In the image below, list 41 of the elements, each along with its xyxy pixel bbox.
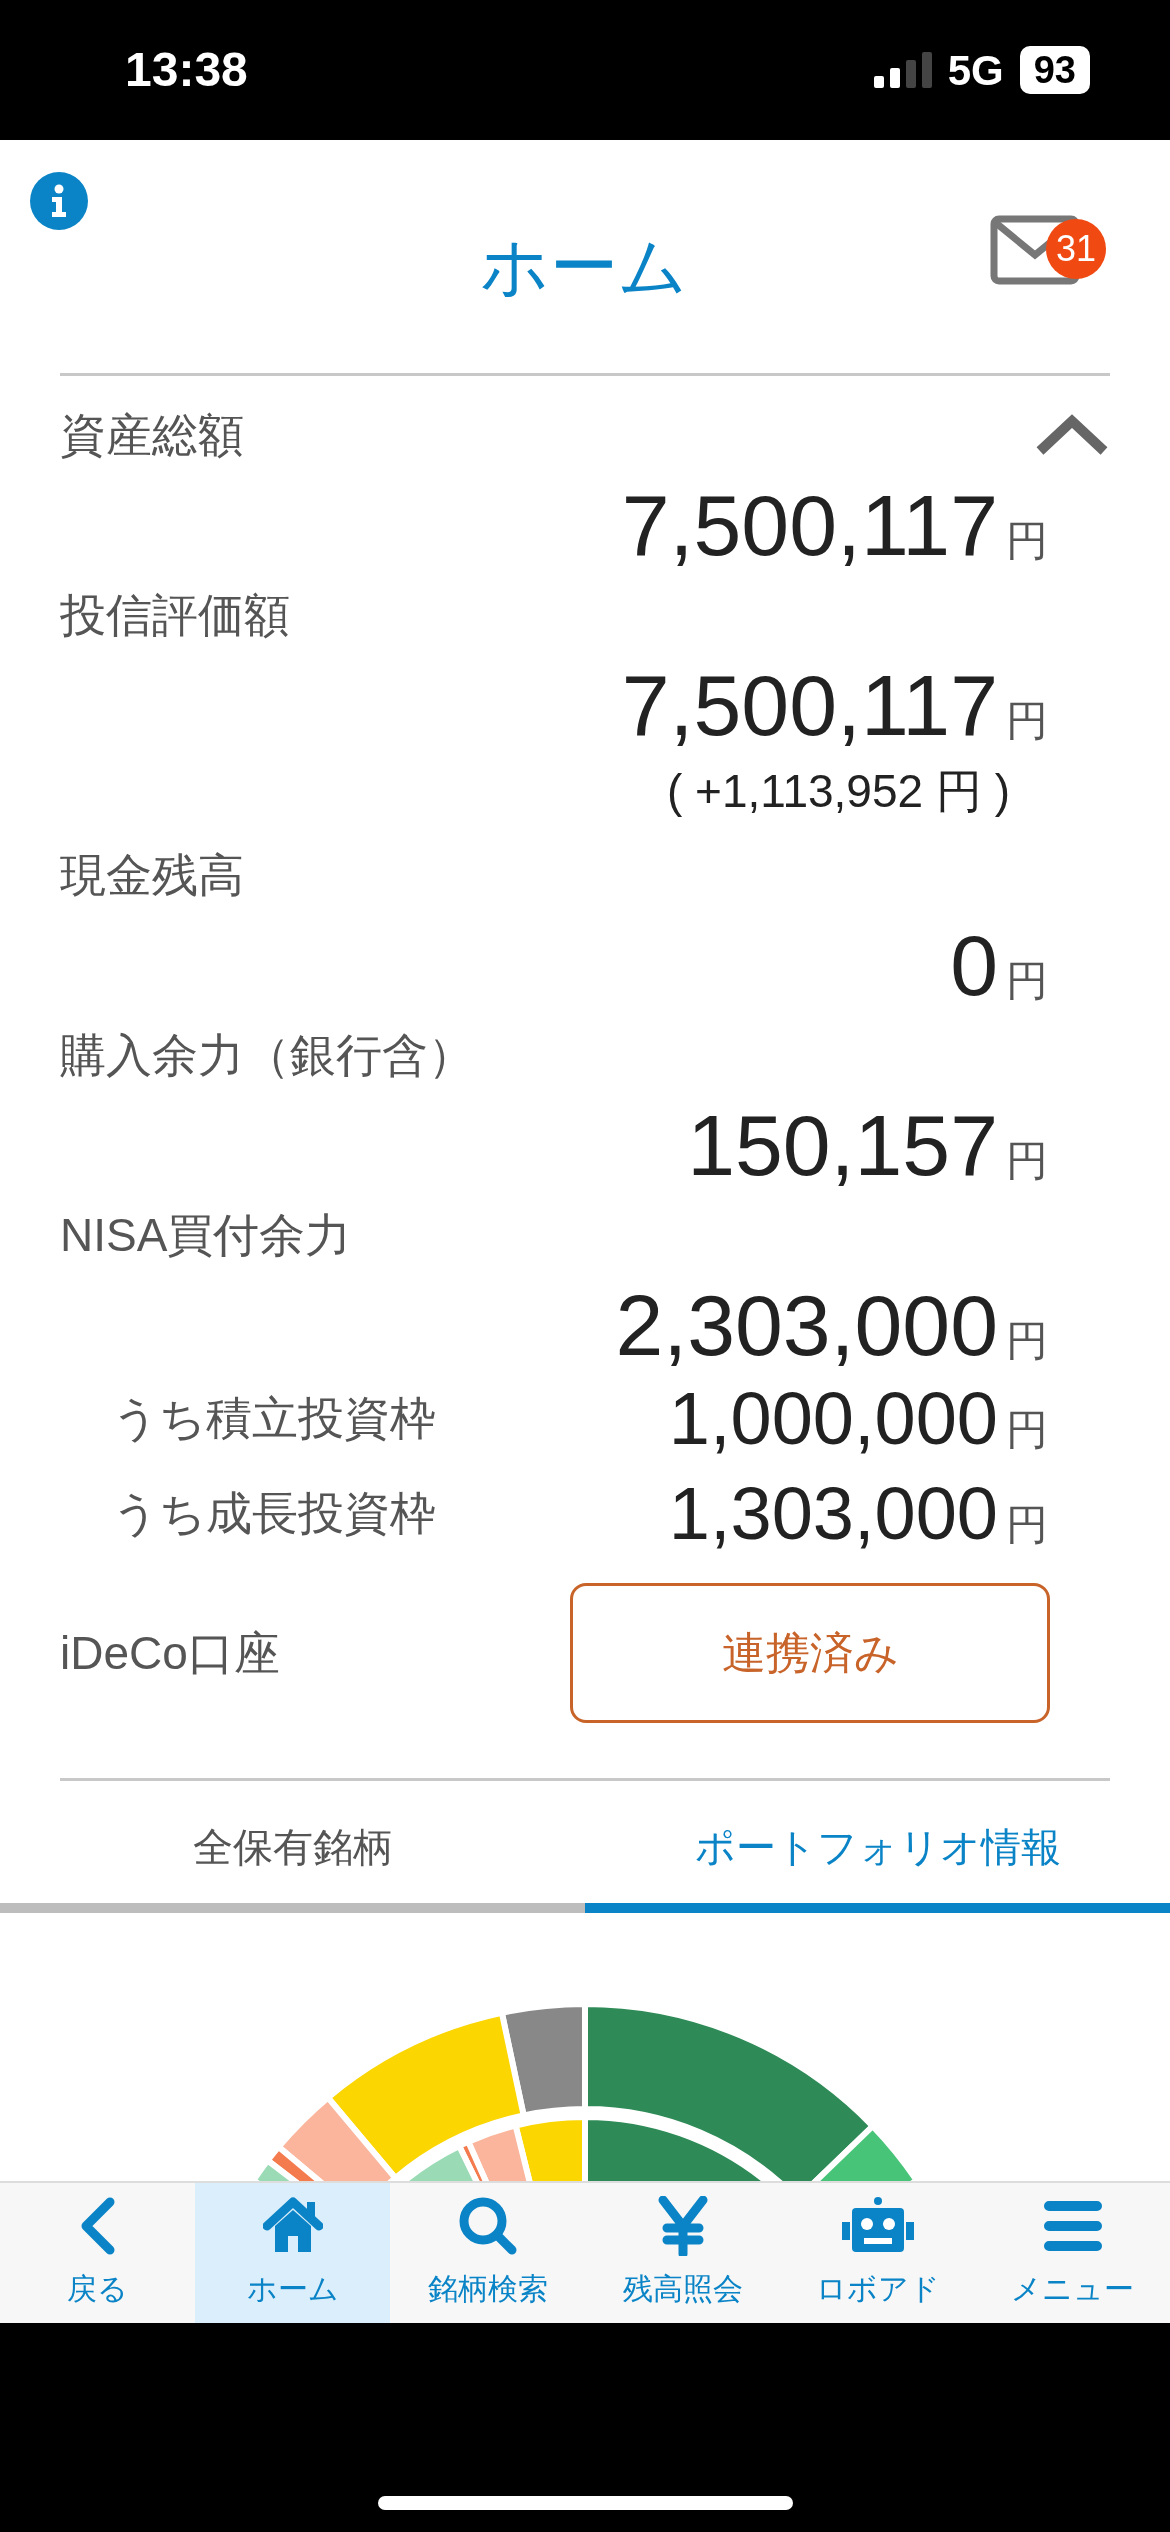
amount-value: 150,157 — [687, 1102, 998, 1188]
network-type: 5G — [947, 45, 1004, 96]
yen-unit: 円 — [1006, 1408, 1048, 1451]
nav-tab[interactable]: ロボアド — [780, 2183, 975, 2323]
yen-unit: 円 — [1006, 520, 1048, 562]
summary-label: 購入余力（銀行含） — [60, 1027, 474, 1083]
signal-icon — [873, 52, 932, 88]
chevron-up-icon[interactable] — [1034, 413, 1110, 457]
search-icon — [457, 2195, 518, 2256]
nav-tab[interactable]: 戻る — [0, 2183, 195, 2323]
summary-label: 投信評価額 — [60, 587, 290, 643]
battery-indicator: 93 — [1019, 46, 1090, 94]
info-icon[interactable] — [30, 172, 88, 230]
yen-unit: 円 — [1006, 960, 1048, 1002]
summary-label: 資産総額 — [60, 407, 244, 463]
yen-unit: 円 — [1006, 1140, 1048, 1182]
gain-amount: ( +1,113,952 円 ) — [666, 763, 1010, 819]
summary-sublabel: うち成長投資枠 — [112, 1486, 436, 1541]
nav-tab[interactable]: 残高照会 — [585, 2183, 780, 2323]
amount-value: 7,500,117 — [621, 662, 998, 748]
amount-value: 7,500,117 — [621, 482, 998, 568]
tab[interactable]: ポートフォリオ情報 — [585, 1781, 1170, 1913]
yen-unit: 円 — [1006, 1320, 1048, 1362]
clock: 13:38 — [125, 42, 248, 98]
nav-tab[interactable]: ホーム — [195, 2183, 390, 2323]
amount-value: 0 — [950, 922, 998, 1008]
summary-label: iDeCo口座 — [60, 1625, 280, 1681]
amount-value: 2,303,000 — [615, 1282, 998, 1368]
yen-unit: 円 — [1006, 700, 1048, 742]
tab[interactable]: 全保有銘柄 — [0, 1781, 585, 1913]
linked-button[interactable]: 連携済み — [570, 1583, 1050, 1723]
amount-value: 1,303,000 — [668, 1476, 998, 1551]
unread-badge: 31 — [1046, 219, 1106, 279]
amount-value: 1,000,000 — [668, 1381, 998, 1456]
summary-sublabel: うち積立投資枠 — [112, 1391, 436, 1446]
yen-unit: 円 — [1006, 1503, 1048, 1546]
summary-label: 現金残高 — [60, 847, 244, 903]
nav-tab[interactable]: 銘柄検索 — [390, 2183, 585, 2323]
page-title: ホーム — [480, 227, 688, 306]
summary-label: NISA買付余力 — [60, 1207, 352, 1263]
nav-tab[interactable]: メニュー — [975, 2183, 1170, 2323]
